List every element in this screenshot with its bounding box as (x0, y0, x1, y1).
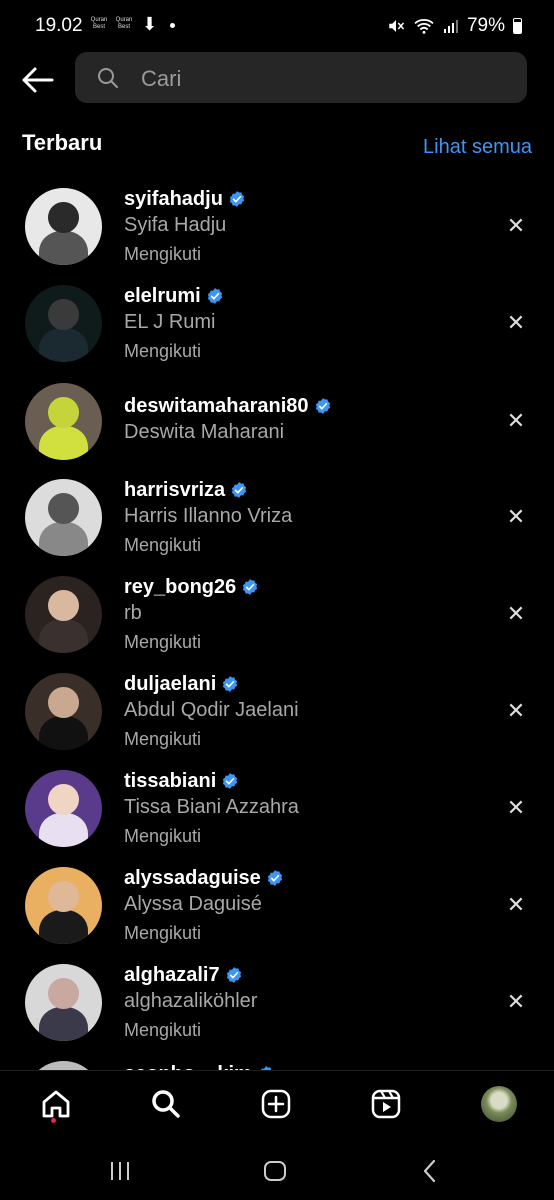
avatar[interactable] (25, 576, 102, 653)
close-icon[interactable]: ✕ (502, 697, 530, 725)
verified-badge-icon (207, 288, 222, 304)
follow-status: Mengikuti (124, 1020, 202, 1040)
avatar[interactable] (25, 673, 102, 750)
recent-search-row[interactable]: syifahadju Syifa Hadju Mengikuti ✕ (0, 178, 554, 275)
close-icon[interactable]: ✕ (502, 212, 530, 240)
profile-avatar[interactable] (481, 1086, 517, 1122)
username: elelrumi (124, 284, 201, 307)
status-time: 19.02 (35, 15, 83, 36)
recent-search-row[interactable]: duljaelani Abdul Qodir Jaelani Mengikuti… (0, 663, 554, 760)
full-name: Deswita Maharani (124, 421, 285, 443)
signal-icon (443, 20, 458, 33)
recent-search-row[interactable]: harrisvriza Harris Illanno Vriza Mengiku… (0, 469, 554, 566)
verified-badge-icon (229, 191, 245, 207)
verified-badge-icon (315, 398, 330, 414)
username: alghazali7 (124, 963, 220, 986)
username: syifahadju (124, 187, 223, 210)
full-name: rb (124, 602, 142, 624)
full-name: EL J Rumi (124, 311, 216, 333)
avatar[interactable] (25, 867, 102, 944)
recent-search-row[interactable]: tissabiani Tissa Biani Azzahra Mengikuti… (0, 760, 554, 857)
full-name: Syifa Hadju (124, 214, 227, 236)
close-icon[interactable]: ✕ (502, 407, 530, 435)
follow-status: Mengikuti (124, 826, 202, 846)
close-icon[interactable]: ✕ (502, 309, 530, 337)
close-icon[interactable]: ✕ (502, 891, 530, 919)
notification-dot (51, 1118, 56, 1123)
search-icon (98, 68, 118, 88)
username: deswitamaharani80 (124, 394, 309, 417)
verified-badge-icon (226, 967, 241, 983)
avatar[interactable] (25, 383, 102, 460)
username: rey_bong26 (124, 575, 237, 598)
close-icon[interactable]: ✕ (502, 794, 530, 822)
system-navigation-bar (0, 1142, 554, 1200)
mute-icon (389, 20, 405, 32)
follow-status: Mengikuti (124, 923, 202, 943)
username: harrisvriza (124, 478, 226, 501)
reels-icon[interactable] (369, 1087, 403, 1121)
more-notifications-dot-icon (170, 23, 175, 28)
home-icon[interactable] (39, 1087, 73, 1121)
recent-apps-icon[interactable] (105, 1156, 135, 1186)
download-icon: ⬇ (142, 14, 158, 34)
recent-search-row[interactable]: elelrumi EL J Rumi Mengikuti ✕ (0, 275, 554, 372)
username: alyssadaguise (124, 866, 261, 889)
full-name: Alyssa Daguisé (124, 893, 262, 915)
home-button-icon[interactable] (260, 1156, 290, 1186)
avatar[interactable] (25, 188, 102, 265)
close-icon[interactable]: ✕ (502, 600, 530, 628)
battery-icon (513, 18, 522, 34)
full-name: alghazaliköhler (124, 990, 258, 1012)
full-name: Tissa Biani Azzahra (124, 796, 299, 818)
username: tissabiani (124, 769, 217, 792)
close-icon[interactable]: ✕ (502, 988, 530, 1016)
back-button-icon[interactable] (415, 1156, 445, 1186)
recent-search-row[interactable]: deswitamaharani80 Deswita Maharani ✕ (0, 373, 554, 470)
follow-status: Mengikuti (124, 632, 202, 652)
follow-status: Mengikuti (124, 341, 202, 361)
arrow-left-icon[interactable] (20, 62, 56, 98)
avatar[interactable] (25, 285, 102, 362)
full-name: Harris Illanno Vriza (124, 505, 293, 527)
recent-search-row[interactable]: alghazali7 alghazaliköhler Mengikuti ✕ (0, 954, 554, 1051)
search-bar[interactable] (75, 52, 527, 103)
follow-status: Mengikuti (124, 729, 202, 749)
avatar[interactable] (25, 770, 102, 847)
quran-best-notification-icon: Quran Best (115, 17, 133, 30)
verified-badge-icon (232, 482, 247, 498)
verified-badge-icon (267, 870, 282, 886)
search-input[interactable] (139, 62, 503, 95)
bottom-navigation (0, 1070, 554, 1143)
follow-status: Mengikuti (124, 535, 202, 555)
verified-badge-icon (223, 773, 238, 789)
close-icon[interactable]: ✕ (502, 503, 530, 531)
recent-section-title: Terbaru (22, 130, 103, 155)
avatar[interactable] (25, 479, 102, 556)
avatar[interactable] (25, 964, 102, 1041)
follow-status: Mengikuti (124, 244, 202, 264)
see-all-link[interactable]: Lihat semua (423, 136, 532, 159)
full-name: Abdul Qodir Jaelani (124, 699, 299, 721)
status-bar: 19.02 Quran Best Quran Best ⬇ 79% (0, 0, 554, 52)
create-post-icon[interactable] (259, 1087, 293, 1121)
wifi-icon (414, 19, 434, 34)
quran-best-notification-icon: Quran Best (90, 17, 108, 30)
verified-badge-icon (243, 579, 258, 595)
username: duljaelani (124, 672, 217, 695)
battery-percent: 79% (466, 15, 505, 36)
recent-search-row[interactable]: rey_bong26 rb Mengikuti ✕ (0, 566, 554, 663)
recent-search-row[interactable]: alyssadaguise Alyssa Daguisé Mengikuti ✕ (0, 857, 554, 954)
verified-badge-icon (223, 676, 238, 692)
search-icon[interactable] (149, 1087, 183, 1121)
